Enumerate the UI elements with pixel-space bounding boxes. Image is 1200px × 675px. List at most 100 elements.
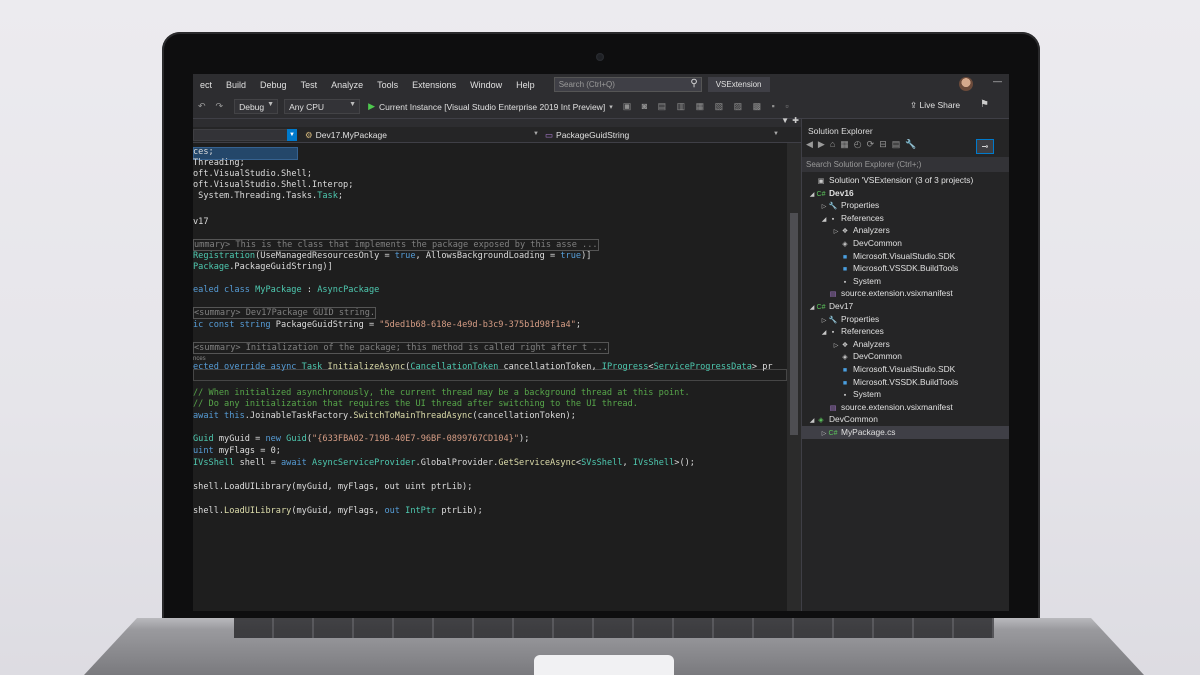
code-token: System.Threading.Tasks. (193, 191, 318, 201)
code-editor[interactable]: ▼ ✚ ▼ ⚙ Dev17.MyPackage ▼ ▭ PackageGuidStr… (193, 116, 801, 611)
code-line[interactable]: ected override async Task InitializeAsyn… (193, 362, 773, 373)
project-nav-dropdown[interactable]: ▼ (193, 129, 297, 141)
global-search-input[interactable]: Search (Ctrl+Q) ⚲ (553, 77, 702, 92)
menu-item-window[interactable]: Window (463, 80, 509, 90)
tree-item-label: DevCommon (853, 351, 902, 362)
code-line[interactable]: oft.VisualStudio.Shell; (193, 169, 312, 180)
code-line[interactable]: ces; (193, 147, 214, 158)
solution-configuration-select[interactable]: Debug ▼ (234, 99, 279, 114)
chevron-down-icon[interactable]: ▼ (533, 131, 539, 137)
tree-item[interactable]: ■ Microsoft.VisualStudio.SDK (802, 250, 1009, 263)
switch-views-icon[interactable]: ▦ (840, 139, 854, 149)
code-line[interactable]: oft.VisualStudio.Shell.Interop; (193, 180, 353, 191)
code-line[interactable]: Guid myGuid = new Guid("{633FBA02-719B-4… (193, 434, 529, 445)
show-all-files-icon[interactable]: ▤ (892, 139, 906, 149)
code-token: , AllowsBackgroundLoading = (415, 251, 561, 261)
scrollbar-thumb[interactable] (790, 213, 798, 435)
solution-platform-select[interactable]: Any CPU ▼ (284, 99, 361, 114)
preview-selected-items-icon[interactable]: ⊸ (976, 139, 994, 154)
tree-item[interactable]: ◈ DevCommon (802, 350, 1009, 363)
tree-item[interactable]: ▷ 🔧 Properties (802, 313, 1009, 326)
code-line[interactable]: Package.PackageGuidString)] (193, 262, 333, 273)
sync-icon[interactable]: ⟳ (867, 139, 880, 149)
code-line[interactable]: // Do any initialization that requires t… (193, 399, 638, 410)
menu-item-test[interactable]: Test (294, 80, 325, 90)
split-icon[interactable]: ✚ (792, 116, 799, 125)
properties-icon[interactable]: 🔧 (905, 139, 921, 149)
chevron-down-icon[interactable]: ▾ (609, 103, 613, 111)
chevron-down-icon[interactable]: ▼ (773, 131, 779, 137)
menu-item-help[interactable]: Help (509, 80, 542, 90)
code-line[interactable]: shell.LoadUILibrary(myGuid, myFlags, out… (193, 482, 472, 493)
tree-item[interactable]: ■ Microsoft.VSSDK.BuildTools (802, 376, 1009, 389)
feedback-icon[interactable]: ⚑ (980, 99, 989, 110)
code-line[interactable]: IVsShell shell = await AsyncServiceProvi… (193, 458, 695, 469)
code-line[interactable]: Registration(UseManagedResourcesOnly = t… (193, 251, 591, 262)
tree-item[interactable]: ▤ source.extension.vsixmanifest (802, 401, 1009, 414)
tree-item[interactable]: ▣ Solution 'VSExtension' (3 of 3 projects… (802, 174, 1009, 187)
tree-item[interactable]: ◢ C# Dev17 (802, 300, 1009, 313)
tree-item[interactable]: ▷ C# MyPackage.cs (802, 426, 1009, 439)
collapsed-arrow-icon[interactable]: ▷ (820, 428, 828, 441)
forward-icon[interactable]: ▶ (818, 139, 830, 149)
menu-item-debug[interactable]: Debug (253, 80, 294, 90)
solution-explorer-search-input[interactable]: Search Solution Explorer (Ctrl+;) (802, 157, 1009, 172)
tree-item[interactable]: ▷ ❖ Analyzers (802, 338, 1009, 351)
code-token: ; (306, 169, 313, 179)
tree-item[interactable]: ◈ DevCommon (802, 237, 1009, 250)
toolbar-icon-group[interactable]: ▣ ◙ ▤ ▥ ▦ ▧ ▨ ▩ ▪ ▫ (623, 101, 793, 112)
tab-dropdown-icon[interactable]: ▼ (781, 116, 789, 125)
collapse-all-icon[interactable]: ⊟ (879, 139, 892, 149)
tree-item[interactable]: ◢ ▪ References (802, 212, 1009, 225)
menu-item-analyze[interactable]: Analyze (324, 80, 370, 90)
collapsed-region[interactable]: ummary> This is the class that implement… (193, 239, 599, 251)
menu-item-extensions[interactable]: Extensions (405, 80, 463, 90)
tree-item[interactable]: ▤ source.extension.vsixmanifest (802, 287, 1009, 300)
home-icon[interactable]: ⌂ (830, 139, 840, 149)
redo-icon[interactable]: ↷ (211, 101, 229, 112)
webcam (596, 53, 604, 61)
menu-item-build[interactable]: Build (219, 80, 253, 90)
code-line[interactable]: ic const string PackageGuidString = "5de… (193, 320, 581, 331)
tree-item[interactable]: ▷ ❖ Analyzers (802, 224, 1009, 237)
back-icon[interactable]: ◀ (806, 139, 818, 149)
tree-item[interactable]: ◢ ◈ DevCommon (802, 413, 1009, 426)
solution-explorer-toolbar[interactable]: ◀▶⌂▦◴⟳⊟▤🔧 ⊸ (806, 139, 1006, 155)
menu-item-project[interactable]: ect (193, 80, 219, 90)
code-line[interactable]: await this.JoinableTaskFactory.SwitchToM… (193, 411, 576, 422)
code-line[interactable]: uint myFlags = 0; (193, 446, 281, 457)
tree-item[interactable]: ■ Microsoft.VisualStudio.SDK (802, 363, 1009, 376)
code-line[interactable]: shell.LoadUILibrary(myGuid, myFlags, out… (193, 506, 483, 517)
menu-item-tools[interactable]: Tools (370, 80, 405, 90)
collapsed-region[interactable]: <summary> Dev17Package GUID string. (193, 307, 377, 319)
minimize-icon[interactable]: — (993, 76, 1002, 86)
code-line[interactable]: <summary> Initialization of the package;… (193, 342, 609, 354)
tree-item[interactable]: ◢ ▪ References (802, 325, 1009, 338)
code-line[interactable]: ealed class MyPackage : AsyncPackage (193, 285, 379, 296)
start-debugging-button[interactable]: ▶ Current Instance [Visual Studio Enterp… (368, 101, 613, 112)
live-share-label: Live Share (919, 100, 961, 110)
code-token: (UseManagedResourcesOnly = (255, 251, 395, 261)
tree-item[interactable]: ■ Microsoft.VSSDK.BuildTools (802, 262, 1009, 275)
tree-item[interactable]: ◢ C# Dev16 (802, 187, 1009, 200)
editor-vertical-scrollbar[interactable] (787, 143, 801, 611)
code-line[interactable]: <summary> Dev17Package GUID string. (193, 307, 377, 319)
code-text-area[interactable]: ces; Threading; oft.VisualStudio.Shell; oft… (193, 147, 787, 609)
code-line[interactable]: // When initialized asynchronously, the … (193, 388, 690, 399)
editor-tab-strip: ▼ ✚ (193, 116, 801, 127)
member-nav-dropdown[interactable]: ▭ PackageGuidString (545, 130, 629, 141)
avatar[interactable] (959, 77, 973, 91)
undo-icon[interactable]: ↶ (193, 101, 211, 112)
code-line[interactable]: System.Threading.Tasks.Task; (193, 191, 343, 202)
pending-changes-icon[interactable]: ◴ (854, 139, 867, 149)
collapsed-region[interactable]: <summary> Initialization of the package;… (193, 342, 609, 354)
tree-item[interactable]: ▷ 🔧 Properties (802, 199, 1009, 212)
tree-item[interactable]: ▪ System (802, 275, 1009, 288)
tree-item[interactable]: ▪ System (802, 388, 1009, 401)
code-token: (cancellationToken); (472, 411, 576, 421)
live-share-button[interactable]: ⇪ Live Share (910, 100, 960, 111)
code-line[interactable]: v17 (193, 217, 209, 228)
code-line[interactable]: Threading; (193, 158, 245, 169)
code-line[interactable]: ummary> This is the class that implement… (193, 239, 599, 251)
type-nav-dropdown[interactable]: ⚙ Dev17.MyPackage (305, 130, 387, 141)
